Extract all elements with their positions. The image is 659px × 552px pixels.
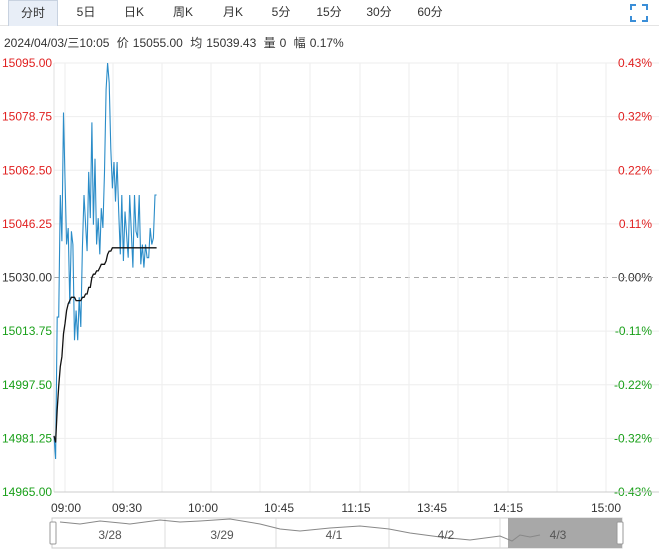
pct-tick-label: 0.22% [618, 163, 652, 177]
x-tick-label: 13:45 [417, 501, 447, 515]
tab-weekly-k[interactable]: 周K [162, 0, 204, 26]
avg-value: 15039.43 [206, 36, 257, 50]
price-value: 15055.00 [132, 36, 183, 50]
y-tick-label: 14965.00 [2, 485, 52, 499]
x-tick-label: 14:15 [493, 501, 523, 515]
x-tick-label: 09:00 [51, 501, 81, 515]
navigator-mini-line [59, 518, 541, 542]
tab-30min[interactable]: 30分 [356, 0, 402, 26]
navigator-date-label: 4/2 [438, 528, 455, 542]
navigator-date-label: 4/1 [326, 528, 343, 542]
y-tick-label: 15030.00 [2, 271, 52, 285]
pct-tick-label: 0.11% [619, 217, 652, 231]
tab-5min[interactable]: 5分 [262, 0, 300, 26]
x-tick-label: 09:30 [112, 501, 142, 515]
pct-tick-label: -0.11% [615, 324, 652, 338]
volume-value: 0 [279, 36, 287, 50]
intraday-chart[interactable]: 15095.00 0.43% 15078.75 0.32% 15062.50 0.22% 1… [0, 0, 659, 552]
x-tick-label: 10:00 [188, 501, 218, 515]
tab-daily-k[interactable]: 日K [112, 0, 156, 26]
tab-15min[interactable]: 15分 [306, 0, 352, 26]
navigator-date-label: 3/28 [98, 528, 122, 542]
change-value: 0.17% [309, 36, 344, 50]
pct-tick-label: 0.00% [618, 271, 652, 285]
x-tick-label: 11:15 [341, 501, 370, 515]
fullscreen-icon[interactable] [629, 3, 649, 23]
avg-price-line [53, 247, 157, 443]
y-tick-label: 14981.25 [2, 431, 52, 445]
tab-60min[interactable]: 60分 [406, 0, 454, 26]
pct-tick-label: -0.43% [614, 485, 652, 499]
pct-tick-label: -0.32% [614, 431, 652, 445]
navigator-date-label: 3/29 [210, 528, 234, 542]
navigator-frame [51, 517, 623, 549]
tab-intraday[interactable]: 分时 [8, 0, 58, 26]
y-tick-label: 15062.50 [2, 163, 52, 177]
price-line [53, 62, 157, 460]
y-tick-label: 14997.50 [2, 378, 52, 392]
tab-5day[interactable]: 5日 [66, 0, 106, 26]
quote-datetime: 2024/04/03/三10:05 [4, 36, 110, 50]
volume-label: 量 [263, 36, 276, 50]
x-tick-label: 15:00 [591, 501, 621, 515]
navigator-selection [508, 518, 622, 548]
y-tick-label: 15078.75 [2, 110, 52, 124]
avg-label: 均 [190, 36, 203, 50]
pct-tick-label: 0.32% [618, 110, 652, 124]
y-tick-label: 15046.25 [2, 217, 52, 231]
change-label: 幅 [293, 36, 306, 50]
x-tick-label: 10:45 [264, 501, 294, 515]
navigator-date-label: 4/3 [550, 528, 567, 542]
pct-tick-label: 0.43% [618, 56, 652, 70]
pct-tick-label: -0.22% [614, 378, 652, 392]
navigator-handle-right [616, 521, 624, 545]
quote-info-bar: 2024/04/03/三10:05 价 15055.00 均 15039.43 量0… [4, 34, 348, 51]
y-tick-label: 15095.00 [2, 56, 52, 70]
tab-monthly-k[interactable]: 月K [212, 0, 254, 26]
y-tick-label: 15013.75 [2, 324, 52, 338]
price-label: 价 [116, 36, 129, 50]
navigator-handle-left [49, 521, 57, 545]
period-tabs: 分时 5日 日K 周K 月K 5分 15分 30分 60分 [0, 0, 659, 26]
